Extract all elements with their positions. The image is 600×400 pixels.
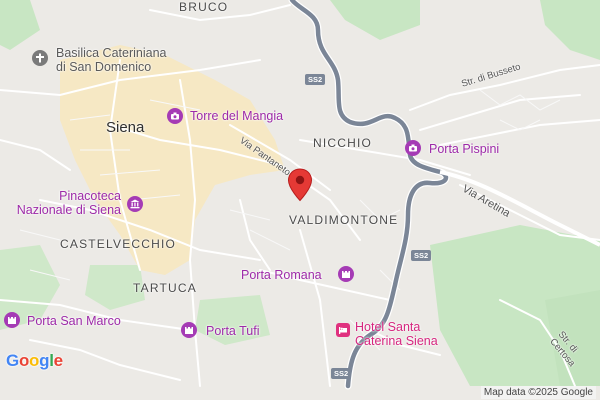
poi-hotel-santa-caterina[interactable]: Hotel Santa Caterina Siena xyxy=(355,320,438,349)
area-label-tartuca: TARTUCA xyxy=(133,281,197,295)
road-shield-ss2: SS2 xyxy=(331,368,352,379)
castle-icon[interactable] xyxy=(181,322,197,338)
bed-icon[interactable] xyxy=(336,323,350,337)
poi-torre-del-mangia[interactable]: Torre del Mangia xyxy=(190,109,283,123)
poi-pinacoteca[interactable]: Pinacoteca Nazionale di Siena xyxy=(9,189,121,218)
map-canvas[interactable]: BRUCO NICCHIO VALDIMONTONE CASTELVECCHIO… xyxy=(0,0,600,400)
poi-pinacoteca-line2: Nazionale di Siena xyxy=(16,203,121,218)
google-logo[interactable]: Google xyxy=(6,351,63,371)
poi-porta-romana[interactable]: Porta Romana xyxy=(241,268,322,282)
poi-porta-pispini[interactable]: Porta Pispini xyxy=(429,142,499,156)
map-pin-icon[interactable] xyxy=(287,168,313,207)
place-of-worship-icon[interactable] xyxy=(32,50,48,66)
attribution-text[interactable]: Map data ©2025 Google xyxy=(480,386,596,399)
castle-icon[interactable] xyxy=(4,312,20,328)
area-label-bruco: BRUCO xyxy=(179,0,229,14)
poi-porta-tufi[interactable]: Porta Tufi xyxy=(206,324,260,338)
park-area xyxy=(0,0,40,50)
area-label-valdimontone: VALDIMONTONE xyxy=(289,213,399,227)
poi-porta-san-marco[interactable]: Porta San Marco xyxy=(27,314,121,328)
road-shield-ss2: SS2 xyxy=(411,250,432,261)
camera-icon[interactable] xyxy=(167,108,183,124)
poi-basilica[interactable]: Basilica Cateriniana di San Domenico xyxy=(56,46,166,75)
castle-icon[interactable] xyxy=(338,266,354,282)
poi-pinacoteca-line1: Pinacoteca xyxy=(59,189,121,203)
city-label-siena: Siena xyxy=(106,119,145,136)
hotel-line1: Hotel Santa xyxy=(355,320,421,334)
area-label-nicchio: NICCHIO xyxy=(313,136,373,150)
poi-basilica-line2: di San Domenico xyxy=(56,60,152,75)
hotel-line2: Caterina Siena xyxy=(355,334,438,349)
museum-icon[interactable] xyxy=(127,196,143,212)
area-label-castelvecchio: CASTELVECCHIO xyxy=(60,237,177,251)
poi-basilica-line1: Basilica Cateriniana xyxy=(56,46,167,60)
park-area xyxy=(540,0,600,60)
google-logo-text: Google xyxy=(6,351,63,370)
road-shield-ss2: SS2 xyxy=(305,74,326,85)
camera-icon[interactable] xyxy=(405,140,421,156)
attribution-bar: Map data ©2025 Google xyxy=(0,386,600,400)
park-area xyxy=(330,0,420,40)
